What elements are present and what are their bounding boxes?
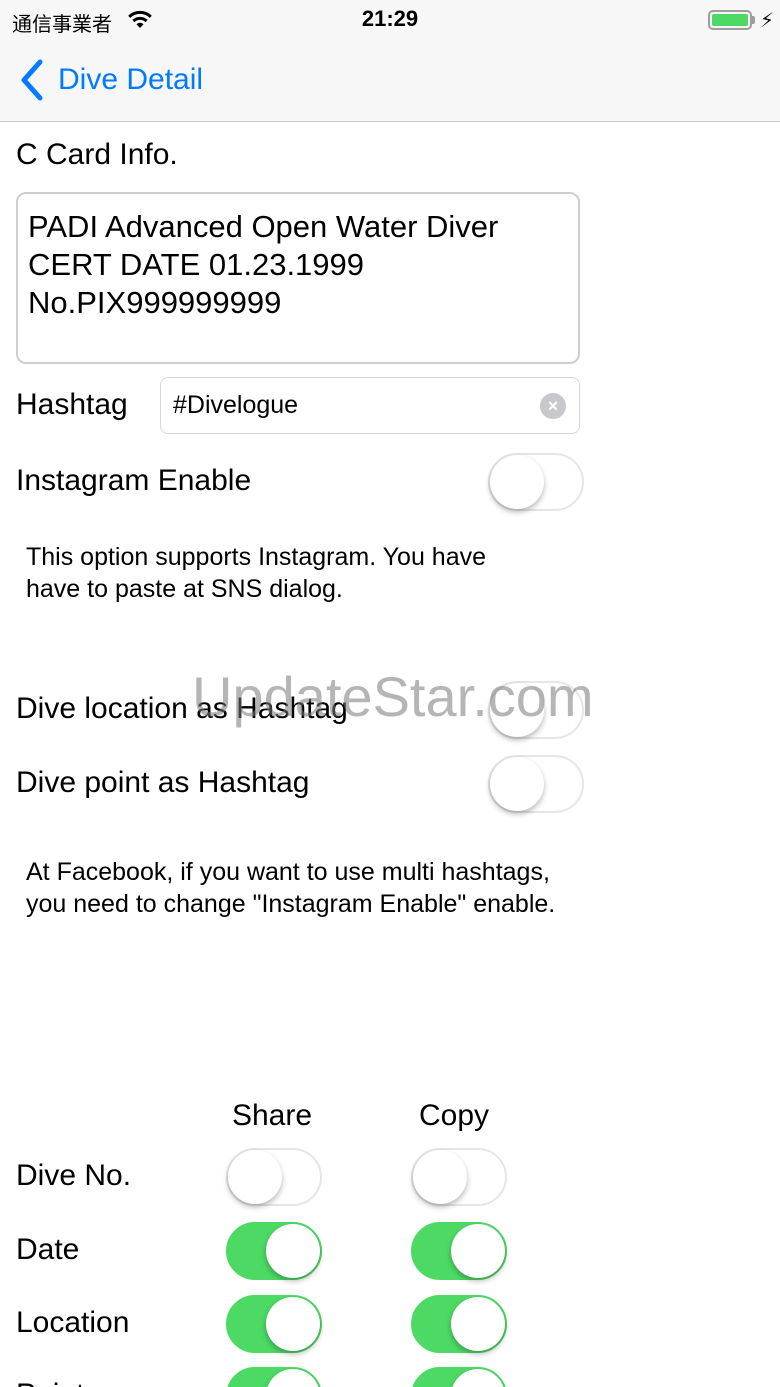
switch-knob [413, 1150, 467, 1204]
row-label-dive-no: Dive No. [16, 1159, 132, 1192]
instagram-enable-label: Instagram Enable [16, 464, 252, 497]
chevron-left-icon [21, 59, 43, 101]
copy-date-switch[interactable] [411, 1222, 507, 1280]
back-button-label: Dive Detail [58, 63, 204, 96]
switch-knob [228, 1150, 282, 1204]
back-button[interactable]: Dive Detail [18, 56, 203, 104]
top-bar: 通信事業者 21:29 ⚡ Dive Detail [0, 0, 780, 122]
dive-location-hashtag-switch[interactable] [488, 681, 584, 739]
ccard-textarea[interactable]: PADI Advanced Open Water Diver CERT DATE… [16, 192, 580, 364]
ccard-line: No.PIX999999999 [28, 285, 282, 320]
dive-location-hashtag-label: Dive location as Hashtag [16, 692, 348, 725]
copy-column-header: Copy [418, 1099, 490, 1132]
copy-point-switch[interactable] [411, 1367, 507, 1387]
instagram-note: This option supports Instagram. You have… [26, 543, 487, 603]
share-location-switch[interactable] [226, 1295, 322, 1353]
copy-dive-no-switch[interactable] [411, 1148, 507, 1206]
battery-nub [752, 16, 755, 24]
dive-point-hashtag-switch[interactable] [488, 755, 584, 813]
share-date-switch[interactable] [226, 1222, 322, 1280]
dive-detail-screen: 通信事業者 21:29 ⚡ Dive Detail C Card Info. P… [0, 0, 780, 1387]
switch-knob [490, 683, 544, 737]
dive-point-hashtag-label: Dive point as Hashtag [16, 766, 310, 799]
facebook-note: At Facebook, if you want to use multi ha… [26, 858, 556, 918]
switch-knob [490, 757, 544, 811]
share-point-switch[interactable] [226, 1367, 322, 1387]
share-dive-no-switch[interactable] [226, 1148, 322, 1206]
ccard-line: PADI Advanced Open Water Diver [28, 209, 499, 244]
battery-icon [708, 10, 752, 30]
copy-location-switch[interactable] [411, 1295, 507, 1353]
switch-knob [451, 1224, 505, 1278]
switch-knob [451, 1297, 505, 1351]
switch-knob [451, 1369, 505, 1387]
instagram-enable-switch[interactable] [488, 453, 584, 511]
row-label-location: Location [16, 1306, 130, 1339]
hashtag-input[interactable] [173, 378, 533, 433]
switch-knob [490, 455, 544, 509]
hashtag-label: Hashtag [16, 388, 128, 421]
clear-icon[interactable]: × [540, 393, 566, 419]
hashtag-field[interactable]: × [160, 377, 580, 434]
battery-fill [712, 14, 748, 26]
ccard-line: CERT DATE 01.23.1999 [28, 247, 365, 282]
ccard-label: C Card Info. [16, 138, 178, 171]
row-label-date: Date [16, 1233, 80, 1266]
switch-knob [266, 1369, 320, 1387]
switch-knob [266, 1297, 320, 1351]
bolt-icon: ⚡ [760, 10, 775, 32]
row-label-point: Point [16, 1378, 84, 1387]
share-column-header: Share [231, 1099, 313, 1132]
switch-knob [266, 1224, 320, 1278]
status-time: 21:29 [361, 6, 419, 31]
